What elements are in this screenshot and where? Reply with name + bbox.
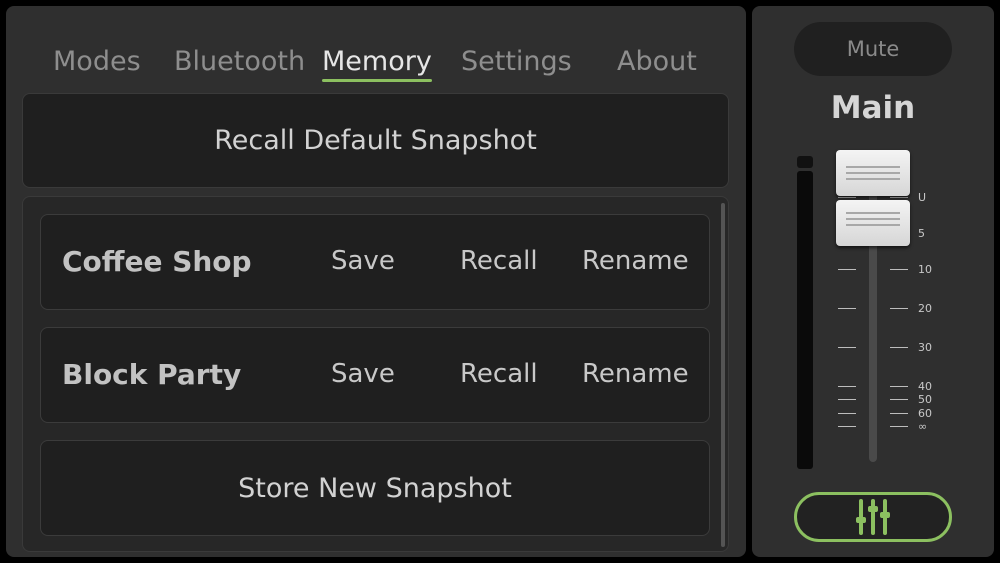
- scale-tick: [838, 308, 856, 309]
- recall-button[interactable]: Recall: [460, 246, 538, 276]
- scale-tick: [838, 347, 856, 348]
- mixer-sliders-icon: [856, 499, 890, 535]
- scale-label: 40: [918, 380, 932, 393]
- scale-tick: [890, 413, 908, 414]
- snapshot-name: Coffee Shop: [62, 245, 252, 278]
- side-panel: Mute Main U 5 10 20 30 40 50 60 ∞: [752, 6, 994, 557]
- rename-button[interactable]: Rename: [582, 246, 689, 276]
- snapshot-name: Block Party: [62, 358, 242, 391]
- channel-label: Main: [830, 90, 916, 126]
- tab-modes[interactable]: Modes: [53, 46, 141, 77]
- store-new-snapshot-button[interactable]: Store New Snapshot: [40, 440, 710, 536]
- snapshot-row: Block Party Save Recall Rename: [40, 327, 710, 423]
- fader-handle[interactable]: [836, 200, 910, 246]
- scale-tick: [838, 269, 856, 270]
- recall-default-snapshot-button[interactable]: Recall Default Snapshot: [22, 93, 729, 188]
- scale-label: 30: [918, 341, 932, 354]
- scale-label: 5: [918, 227, 925, 240]
- scrollbar[interactable]: [721, 203, 725, 547]
- scale-tick: [890, 197, 908, 198]
- scale-label: 20: [918, 302, 932, 315]
- scale-label: 10: [918, 263, 932, 276]
- fader-handle[interactable]: [836, 150, 910, 196]
- snapshot-list[interactable]: Coffee Shop Save Recall Rename Block Par…: [22, 196, 729, 552]
- scale-tick: [890, 399, 908, 400]
- rename-button[interactable]: Rename: [582, 359, 689, 389]
- tab-settings[interactable]: Settings: [461, 46, 572, 77]
- scale-label: U: [918, 191, 927, 204]
- mute-button[interactable]: Mute: [794, 22, 952, 76]
- scale-tick: [838, 386, 856, 387]
- scale-tick: [890, 347, 908, 348]
- scale-tick: [890, 386, 908, 387]
- scale-tick: [890, 308, 908, 309]
- meter-clip-indicator: [797, 156, 813, 168]
- tab-bluetooth[interactable]: Bluetooth: [174, 46, 305, 77]
- scale-tick: [838, 399, 856, 400]
- save-button[interactable]: Save: [331, 359, 395, 389]
- scale-tick: [838, 197, 856, 198]
- scale-label: ∞: [918, 420, 928, 433]
- mixer-button[interactable]: [794, 492, 952, 542]
- save-button[interactable]: Save: [331, 246, 395, 276]
- main-panel: Modes Bluetooth Memory Settings About Re…: [6, 6, 746, 557]
- tab-about[interactable]: About: [617, 46, 697, 77]
- tab-memory[interactable]: Memory: [322, 46, 432, 82]
- scale-tick: [838, 413, 856, 414]
- scale-tick: [890, 269, 908, 270]
- scale-tick: [838, 426, 856, 427]
- recall-button[interactable]: Recall: [460, 359, 538, 389]
- scale-label: 50: [918, 393, 932, 406]
- scale-tick: [890, 426, 908, 427]
- tab-bar: Modes Bluetooth Memory Settings About: [6, 46, 746, 86]
- level-meter: [797, 171, 813, 469]
- snapshot-row: Coffee Shop Save Recall Rename: [40, 214, 710, 310]
- scale-label: 60: [918, 407, 932, 420]
